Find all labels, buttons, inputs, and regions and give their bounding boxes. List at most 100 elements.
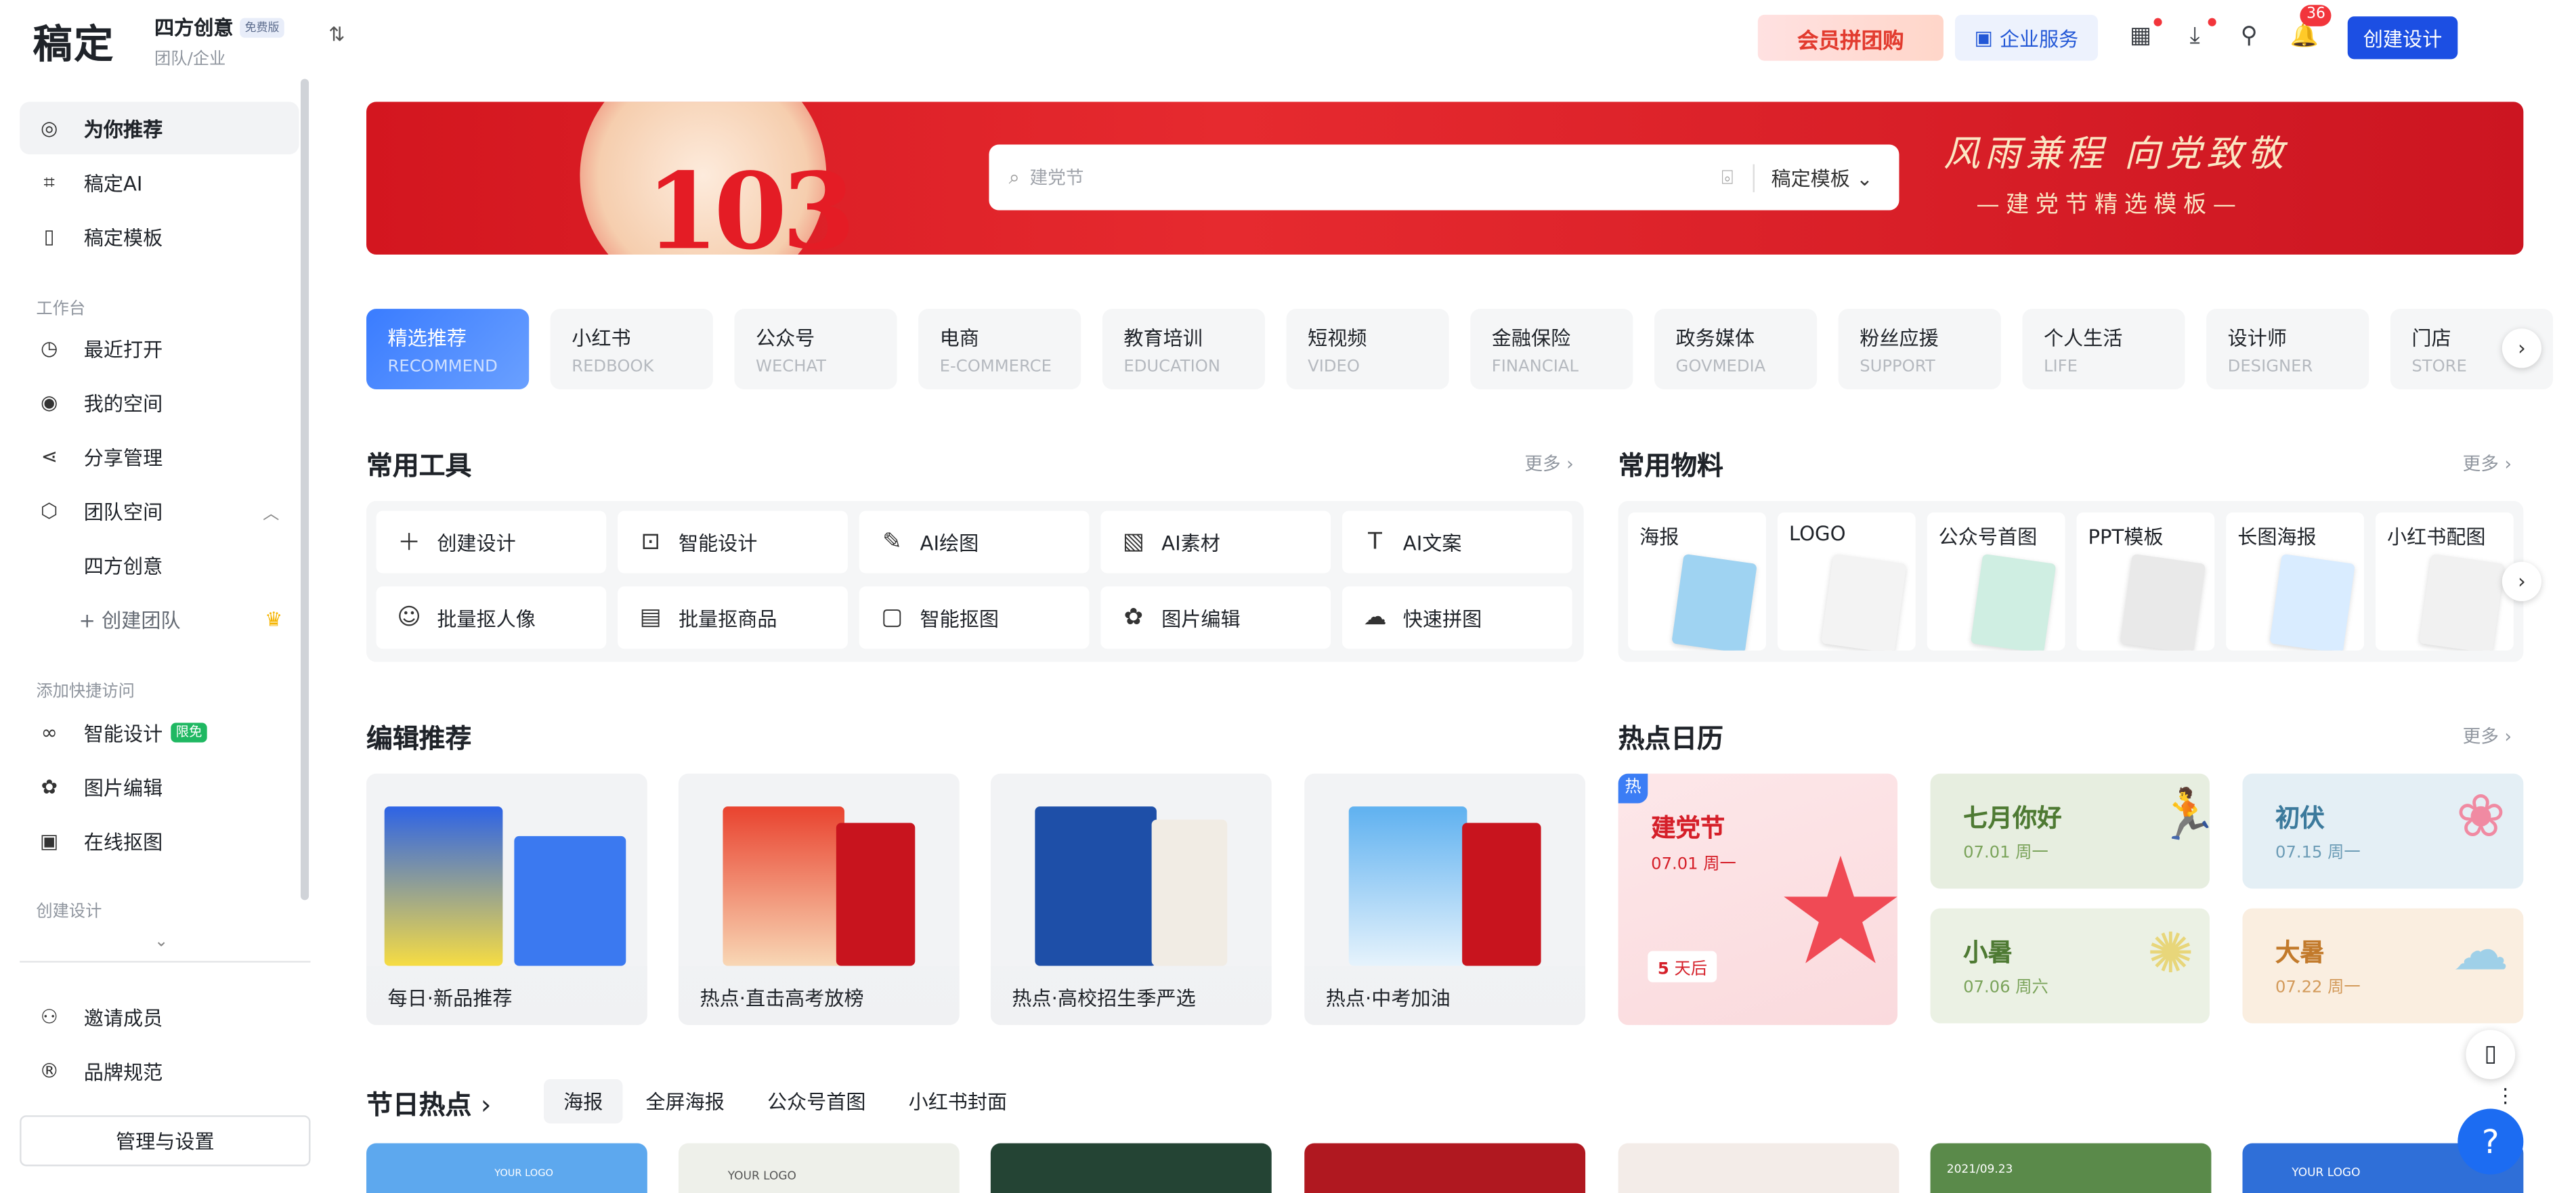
sidebar-item-team[interactable]: 四方创意 [20,539,299,592]
category-tab[interactable]: 公众号 WECHAT [734,309,897,389]
sidebar-item-share[interactable]: ⋖ 分享管理 [20,431,299,483]
expand-down-icon[interactable]: ⌄ [154,933,168,951]
material-item[interactable]: LOGO [1777,512,1916,651]
search-scope-select[interactable]: 稿定模板 ⌄ [1753,163,1873,192]
festival-tab[interactable]: 小红书封面 [909,1087,1008,1115]
calendar-card[interactable]: 初伏 07.15 周一 ❀ [2242,773,2524,889]
festival-card[interactable]: YOUR LOGO [366,1143,647,1193]
sidebar-item-invite[interactable]: ⚇ 邀请成员 [20,991,299,1043]
material-item[interactable]: 海报 [1628,512,1766,651]
tool-item[interactable]: ▤ 批量抠商品 [618,586,848,649]
tool-item[interactable]: ▢ 智能抠图 [859,586,1090,649]
calendar-card[interactable]: 大暑 07.22 周一 ☁ [2242,908,2524,1024]
tool-item[interactable]: ＋ 创建设计 [376,511,607,573]
sidebar-item-templates[interactable]: ▯ 稿定模板 [20,211,299,263]
tool-item[interactable]: ▧ AI素材 [1100,511,1331,573]
calendar-more-link[interactable]: 更多 › [2463,722,2512,749]
swap-arrows-icon[interactable]: ⇅ [328,23,345,46]
star-icon: ★ [1774,826,1898,999]
camera-icon[interactable]: ⌻ [1721,165,1733,190]
festival-tab[interactable]: 公众号首图 [767,1087,866,1115]
tools-more-link[interactable]: 更多 › [1524,450,1574,477]
editor-card[interactable]: 热点·高校招生季严选 [990,773,1272,1025]
apps-grid-icon[interactable]: ▦ [2128,23,2154,49]
festival-card[interactable] [1618,1143,1899,1193]
category-tab[interactable]: 个人生活 LIFE [2022,309,2185,389]
tool-item[interactable]: ✎ AI绘图 [859,511,1090,573]
download-icon[interactable]: ⤓ [2182,23,2208,49]
calendar-card[interactable]: 七月你好 07.01 周一 🏃 [1930,773,2210,889]
tool-item[interactable]: ☁ 快速拼图 [1342,586,1572,649]
banner-slogan: 风雨兼程 向党致敬 —建党节精选模板— [1944,125,2288,220]
editor-card[interactable]: 热点·中考加油 [1304,773,1586,1025]
vip-promo-button[interactable]: 会员拼团购 [1757,14,1944,61]
category-tab[interactable]: 设计师 DESIGNER [2206,309,2369,389]
materials-next-icon[interactable]: › [2502,561,2542,601]
create-team-link[interactable]: + 创建团队 ♛ [20,593,299,646]
sidebar-item-label: 稿定AI [83,171,143,195]
free-badge: 限免 [171,722,207,743]
material-item[interactable]: 小红书配图 [2375,512,2514,651]
chevron-up-icon[interactable]: ︿ [263,498,279,523]
sidebar-item-image-edit[interactable]: ✿ 图片编辑 [20,760,299,813]
tool-item[interactable]: T AI文案 [1342,511,1572,573]
materials-more-link[interactable]: 更多 › [2463,450,2512,477]
sidebar-item-label: 智能设计 [83,722,163,745]
tool-item[interactable]: ✿ 图片编辑 [1100,586,1331,649]
category-tab[interactable]: 精选推荐 RECOMMEND [366,309,530,389]
tool-label: 批量抠人像 [437,607,536,630]
material-item[interactable]: PPT模板 [2076,512,2215,651]
hero-banner[interactable]: 103 ⌕ 建党节 ⌻ 稿定模板 ⌄ 风雨兼程 向党致敬 —建党节精选模板— [366,102,2524,255]
chevron-right-icon: › [480,1089,492,1121]
sidebar-item-smart-design[interactable]: ∞ 智能设计 限免 [20,706,299,759]
editor-card[interactable]: 热点·直击高考放榜 [678,773,960,1025]
upload-user-icon[interactable]: ⚲ [2236,23,2262,49]
sidebar-item-recent[interactable]: ◷ 最近打开 [20,322,299,374]
app-logo[interactable]: 稿定 [33,12,115,69]
festival-tab[interactable]: 全屏海报 [645,1087,724,1115]
material-item[interactable]: 公众号首图 [1927,512,2065,651]
search-box[interactable]: ⌕ 建党节 ⌻ 稿定模板 ⌄ [989,144,1899,211]
category-tab[interactable]: 金融保险 FINANCIAL [1470,309,1633,389]
more-dots-icon[interactable]: ⋮ [2495,1084,2515,1107]
category-tab[interactable]: 电商 E-COMMERCE [918,309,1081,389]
category-tab[interactable]: 短视频 VIDEO [1286,309,1449,389]
card-thumbnail [836,823,916,966]
tool-item[interactable]: ☺ 批量抠人像 [376,586,607,649]
material-item[interactable]: 长图海报 [2226,512,2365,651]
category-tab[interactable]: 小红书 REDBOOK [550,309,713,389]
team-type: 团队/企业 [154,51,226,69]
sidebar-item-my-space[interactable]: ◉ 我的空间 [20,376,299,429]
editor-card[interactable]: 每日·新品推荐 [366,773,647,1025]
festival-card[interactable]: 2021/09.23 [1930,1143,2212,1193]
sidebar-item-team-space[interactable]: ⬡ 团队空间 ︿ [20,485,299,538]
sidebar-item-brand[interactable]: ® 品牌规范 [20,1045,299,1098]
mobile-icon[interactable]: ▯ [2466,1030,2516,1079]
sidebar-item-ai[interactable]: ⌗ 稿定AI [20,156,299,209]
team-switcher[interactable]: 四方创意 免费版 团队/企业 [154,13,284,69]
festival-tab[interactable]: 海报 [544,1079,623,1124]
ai-draw-icon: ✎ [882,529,902,555]
festival-card[interactable]: YOUR LOGO [678,1143,960,1193]
category-tab[interactable]: 政务媒体 GOVMEDIA [1654,309,1818,389]
festival-card[interactable] [990,1143,1272,1193]
enterprise-service-button[interactable]: ▣ 企业服务 [1954,14,2099,61]
manage-settings-button[interactable]: 管理与设置 [20,1115,311,1167]
category-next-icon[interactable]: › [2502,328,2542,368]
help-button[interactable]: ? [2457,1108,2524,1175]
festival-card[interactable] [1304,1143,1586,1193]
festival-title[interactable]: 节日热点 › [366,1083,491,1122]
calendar-card[interactable]: 小暑 07.06 周六 ✺ [1930,908,2210,1024]
create-design-button[interactable]: 创建设计 [2347,16,2458,60]
category-tab[interactable]: 教育培训 EDUCATION [1102,309,1266,389]
image-edit-icon: ✿ [1123,604,1144,631]
sidebar-scrollbar[interactable] [300,79,309,901]
bell-icon[interactable]: 🔔 [2290,23,2319,49]
sidebar-item-cutout[interactable]: ▣ 在线抠图 [20,815,299,867]
search-input[interactable]: 建党节 [1029,165,1721,191]
category-tab[interactable]: 粉丝应援 SUPPORT [1838,309,2001,389]
sidebar-item-recommend[interactable]: ◎ 为你推荐 [20,102,299,155]
search-icon: ⌕ [1008,165,1020,188]
tool-item[interactable]: ⊡ 智能设计 [618,511,848,573]
calendar-featured-card[interactable]: 热 建党节 07.01 周一 ★ 5 天后 [1618,773,1898,1025]
